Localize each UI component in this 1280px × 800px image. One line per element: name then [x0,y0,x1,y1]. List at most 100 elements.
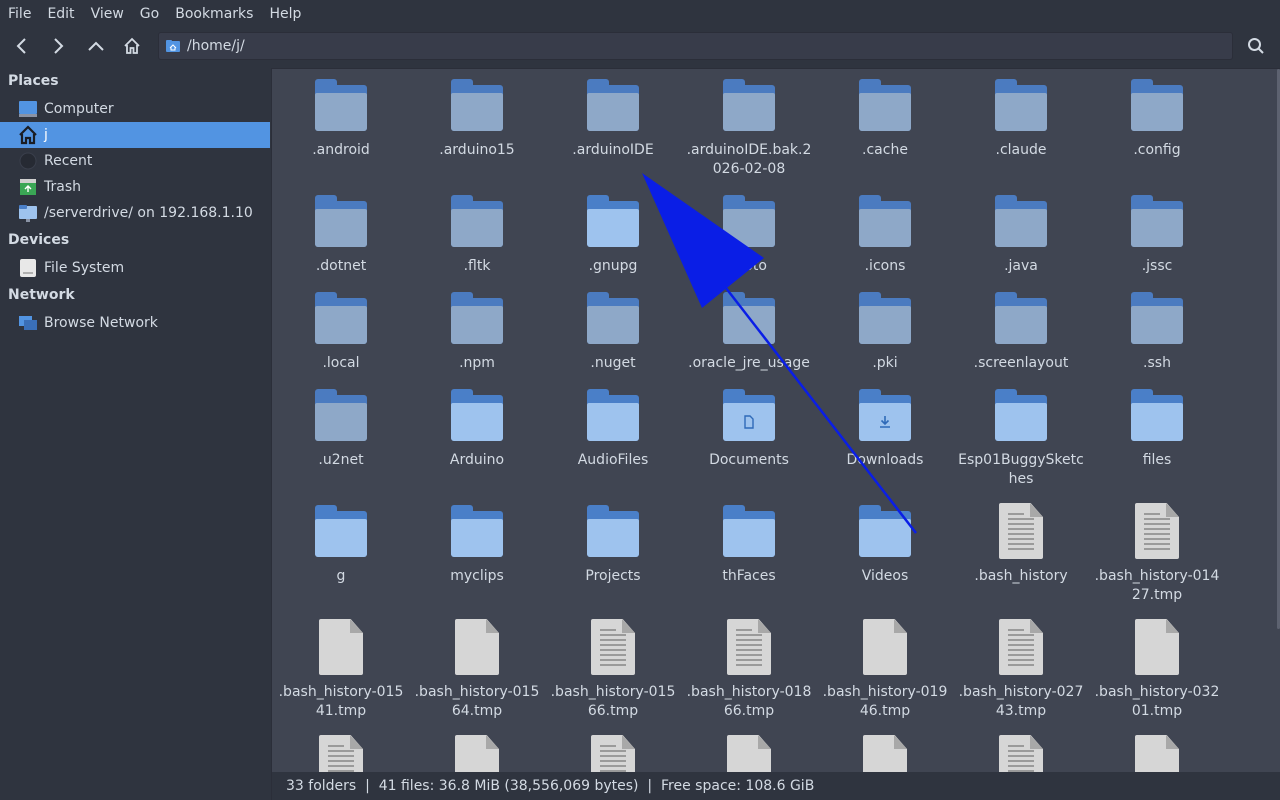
folder-item[interactable]: .pki [817,290,953,373]
sidebar-item-trash[interactable]: Trash [0,174,270,200]
menu-bar: File Edit View Go Bookmarks Help [0,0,1280,28]
trash-icon [17,176,39,198]
home-button[interactable] [116,30,148,62]
search-icon [1248,38,1264,54]
file-item[interactable]: .bash_history [953,503,1089,586]
item-name: .android [312,142,370,158]
text-file-icon [991,735,1051,772]
folder-item[interactable]: .local [273,290,409,373]
folder-item[interactable]: Downloads [817,387,953,470]
file-item[interactable] [817,735,953,772]
item-name: .oracle_jre_usage [688,355,810,371]
folder-item[interactable]: g [273,503,409,586]
item-name: .cache [862,142,908,158]
file-item[interactable] [953,735,1089,772]
folder-icon [991,193,1051,251]
sidebar-item-home[interactable]: j [0,122,270,148]
folder-item[interactable]: Esp01BuggySketches [953,387,1089,489]
file-item[interactable]: .bash_history-01564.tmp [409,619,545,721]
folder-icon [1127,77,1187,135]
folder-item[interactable]: .jssc [1089,193,1225,276]
folder-item[interactable]: Documents [681,387,817,470]
menu-file[interactable]: File [0,0,39,28]
places-heading: Places [8,73,59,89]
sidebar-item-browse-network[interactable]: Browse Network [0,310,270,336]
item-name: g [336,568,346,584]
folder-item[interactable]: .u2net [273,387,409,470]
status-bar: 33 folders | 41 files: 36.8 MiB (38,556,… [271,772,1280,800]
folder-item[interactable]: .java [953,193,1089,276]
folder-item[interactable]: .npm [409,290,545,373]
file-item[interactable] [1089,735,1225,772]
forward-button[interactable] [42,30,74,62]
folder-icon [583,193,643,251]
file-item[interactable]: .bash_history-01946.tmp [817,619,953,721]
menu-edit[interactable]: Edit [39,0,82,28]
file-item[interactable]: .bash_history-03201.tmp [1089,619,1225,721]
folder-icon [583,387,643,445]
folder-item[interactable]: .claude [953,77,1089,160]
folder-item[interactable]: Projects [545,503,681,586]
file-item[interactable] [681,735,817,772]
file-item[interactable] [273,735,409,772]
network-icon [17,312,39,334]
folder-item[interactable]: myclips [409,503,545,586]
folder-icon [311,387,371,445]
file-item[interactable] [409,735,545,772]
folder-item[interactable]: .android [273,77,409,160]
sidebar-item-computer[interactable]: Computer [0,96,270,122]
search-button[interactable] [1240,30,1272,62]
network-heading: Network [8,287,75,303]
folder-item[interactable]: Videos [817,503,953,586]
folder-icon [447,387,507,445]
folder-item[interactable]: .nuget [545,290,681,373]
folder-item[interactable]: .icons [817,193,953,276]
folder-item[interactable]: .hoto [681,193,817,276]
folder-item[interactable]: .oracle_jre_usage [681,290,817,373]
sidebar-item-recent[interactable]: Recent [0,148,270,174]
menu-help[interactable]: Help [261,0,309,28]
folder-item[interactable]: thFaces [681,503,817,586]
folder-item[interactable]: .cache [817,77,953,160]
sidebar-item-serverdrive[interactable]: /serverdrive/ on 192.168.1.10 [0,200,270,226]
file-item[interactable]: .bash_history-02743.tmp [953,619,1089,721]
folder-item[interactable]: .ssh [1089,290,1225,373]
scrollbar[interactable] [1276,69,1280,772]
folder-icon [991,290,1051,348]
up-button[interactable] [80,30,112,62]
folder-item[interactable]: .dotnet [273,193,409,276]
folder-item[interactable]: .fltk [409,193,545,276]
folder-item[interactable]: .arduinoIDE [545,77,681,160]
folder-item[interactable]: .gnupg [545,193,681,276]
back-button[interactable] [6,30,38,62]
folder-item[interactable]: Arduino [409,387,545,470]
menu-view[interactable]: View [83,0,132,28]
sidebar-item-filesystem[interactable]: File System [0,255,270,281]
item-name: .bash_history [974,568,1068,584]
folder-icon [719,290,779,348]
home-folder-icon [17,124,39,146]
file-item[interactable]: .bash_history-01566.tmp [545,619,681,721]
sidebar-item-label: j [44,127,48,143]
file-item[interactable]: .bash_history-01541.tmp [273,619,409,721]
menu-go[interactable]: Go [132,0,167,28]
item-name: .npm [459,355,495,371]
file-item[interactable] [545,735,681,772]
file-icon [1127,735,1187,772]
file-item[interactable]: .bash_history-01427.tmp [1089,503,1225,605]
menu-bookmarks[interactable]: Bookmarks [167,0,261,28]
item-name: .arduino15 [439,142,515,158]
folder-item[interactable]: .arduinoIDE.bak.2026-02-08 [681,77,817,179]
folder-item[interactable]: .screenlayout [953,290,1089,373]
folder-item[interactable]: files [1089,387,1225,470]
location-bar[interactable]: /home/j/ [158,32,1233,60]
item-name: thFaces [722,568,776,584]
file-item[interactable]: .bash_history-01866.tmp [681,619,817,721]
folder-item[interactable]: .arduino15 [409,77,545,160]
file-grid[interactable]: .android .arduino15 .arduinoIDE .arduinoIDE… [271,68,1280,772]
folder-icon [719,77,779,135]
item-name: .nuget [590,355,636,371]
location-path: /home/j/ [187,38,245,54]
folder-item[interactable]: AudioFiles [545,387,681,470]
folder-item[interactable]: .config [1089,77,1225,160]
